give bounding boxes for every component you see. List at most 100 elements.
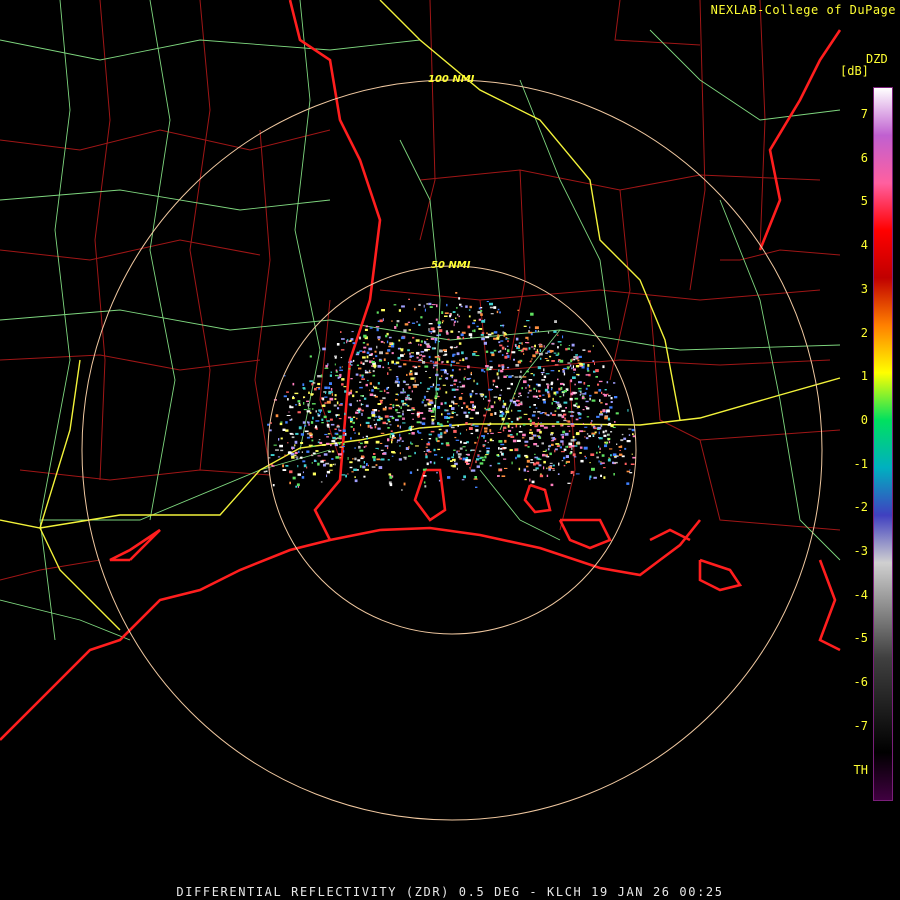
- radar-echo: [418, 323, 421, 326]
- radar-echo: [447, 476, 451, 479]
- radar-echo: [283, 395, 287, 398]
- radar-echo: [543, 426, 548, 429]
- radar-echo: [369, 382, 372, 385]
- radar-echo: [503, 375, 507, 378]
- radar-echo: [489, 464, 492, 467]
- radar-echo: [377, 382, 380, 385]
- radar-echo: [297, 465, 299, 468]
- radar-echo: [508, 375, 512, 378]
- radar-echo: [373, 453, 376, 455]
- radar-echo: [542, 394, 545, 396]
- radar-echo: [321, 404, 326, 407]
- radar-echo: [560, 382, 564, 385]
- radar-echo: [515, 424, 518, 428]
- radar-echo: [299, 456, 302, 459]
- radar-echo: [344, 412, 346, 416]
- radar-echo: [549, 462, 553, 464]
- radar-echo: [359, 465, 362, 468]
- radar-echo: [376, 418, 381, 422]
- radar-echo: [557, 473, 560, 475]
- radar-echo: [303, 396, 306, 398]
- radar-echo: [484, 395, 487, 398]
- radar-echo: [574, 383, 576, 386]
- radar-echo: [516, 439, 521, 442]
- radar-echo: [536, 389, 538, 393]
- radar-echo: [554, 449, 556, 453]
- radar-echo: [377, 336, 381, 339]
- radar-echo: [530, 462, 534, 464]
- radar-echo: [315, 420, 320, 422]
- radar-echo: [458, 315, 460, 318]
- radar-echo: [463, 368, 466, 370]
- radar-echo: [577, 359, 580, 362]
- radar-echo: [431, 304, 436, 306]
- radar-echo: [362, 456, 365, 458]
- radar-echo: [358, 445, 361, 449]
- radar-echo: [553, 352, 557, 354]
- radar-echo: [317, 462, 320, 466]
- radar-echo: [432, 361, 434, 364]
- radar-echo: [362, 436, 364, 438]
- radar-echo: [458, 297, 461, 300]
- radar-echo: [397, 356, 401, 360]
- radar-echo: [518, 467, 521, 471]
- radar-echo: [443, 431, 447, 434]
- radar-echo: [453, 402, 455, 405]
- radar-echo: [395, 376, 399, 378]
- radar-echo: [534, 344, 536, 348]
- radar-echo: [502, 400, 504, 403]
- radar-echo: [328, 450, 331, 453]
- radar-echo: [503, 334, 506, 337]
- radar-echo: [415, 384, 419, 386]
- radar-echo: [498, 351, 500, 353]
- radar-echo: [321, 444, 326, 446]
- radar-echo: [278, 438, 280, 441]
- radar-echo: [493, 396, 498, 398]
- radar-echo: [504, 355, 508, 359]
- radar-echo: [459, 386, 464, 388]
- radar-echo: [465, 414, 469, 418]
- radar-echo: [500, 389, 503, 391]
- radar-echo: [489, 366, 493, 369]
- radar-echo: [335, 374, 339, 377]
- radar-echo: [373, 409, 378, 412]
- radar-echo: [396, 323, 398, 327]
- radar-echo: [436, 334, 440, 337]
- radar-echo: [543, 466, 545, 470]
- radar-echo: [460, 440, 462, 444]
- radar-echo: [461, 407, 463, 409]
- radar-echo: [479, 462, 484, 465]
- radar-echo: [436, 392, 438, 395]
- radar-echo: [449, 314, 452, 318]
- radar-echo: [472, 322, 476, 325]
- radar-echo: [501, 417, 505, 421]
- radar-echo: [280, 449, 284, 452]
- radar-echo: [409, 358, 411, 362]
- radar-echo: [398, 381, 400, 384]
- radar-echo: [605, 441, 608, 445]
- radar-echo: [535, 467, 539, 470]
- radar-echo: [606, 409, 610, 413]
- radar-echo: [591, 420, 593, 422]
- radar-echo: [522, 347, 526, 350]
- radar-echo: [596, 456, 599, 459]
- radar-echo: [525, 370, 529, 373]
- radar-echo: [543, 401, 546, 404]
- radar-echo: [501, 365, 505, 369]
- radar-echo: [560, 451, 565, 453]
- radar-echo: [314, 387, 317, 391]
- radar-echo: [545, 454, 547, 458]
- radar-echo: [563, 372, 566, 376]
- radar-echo: [438, 340, 440, 343]
- radar-echo: [462, 336, 465, 340]
- radar-echo: [533, 373, 535, 377]
- radar-echo: [351, 364, 353, 366]
- radar-echo: [562, 442, 564, 446]
- radar-echo: [514, 376, 519, 378]
- radar-echo: [371, 411, 376, 415]
- radar-echo: [334, 428, 337, 430]
- radar-echo: [578, 381, 582, 384]
- product-caption: DIFFERENTIAL REFLECTIVITY (ZDR) 0.5 DEG …: [176, 885, 724, 899]
- radar-echo: [560, 440, 564, 443]
- radar-echo: [395, 398, 398, 401]
